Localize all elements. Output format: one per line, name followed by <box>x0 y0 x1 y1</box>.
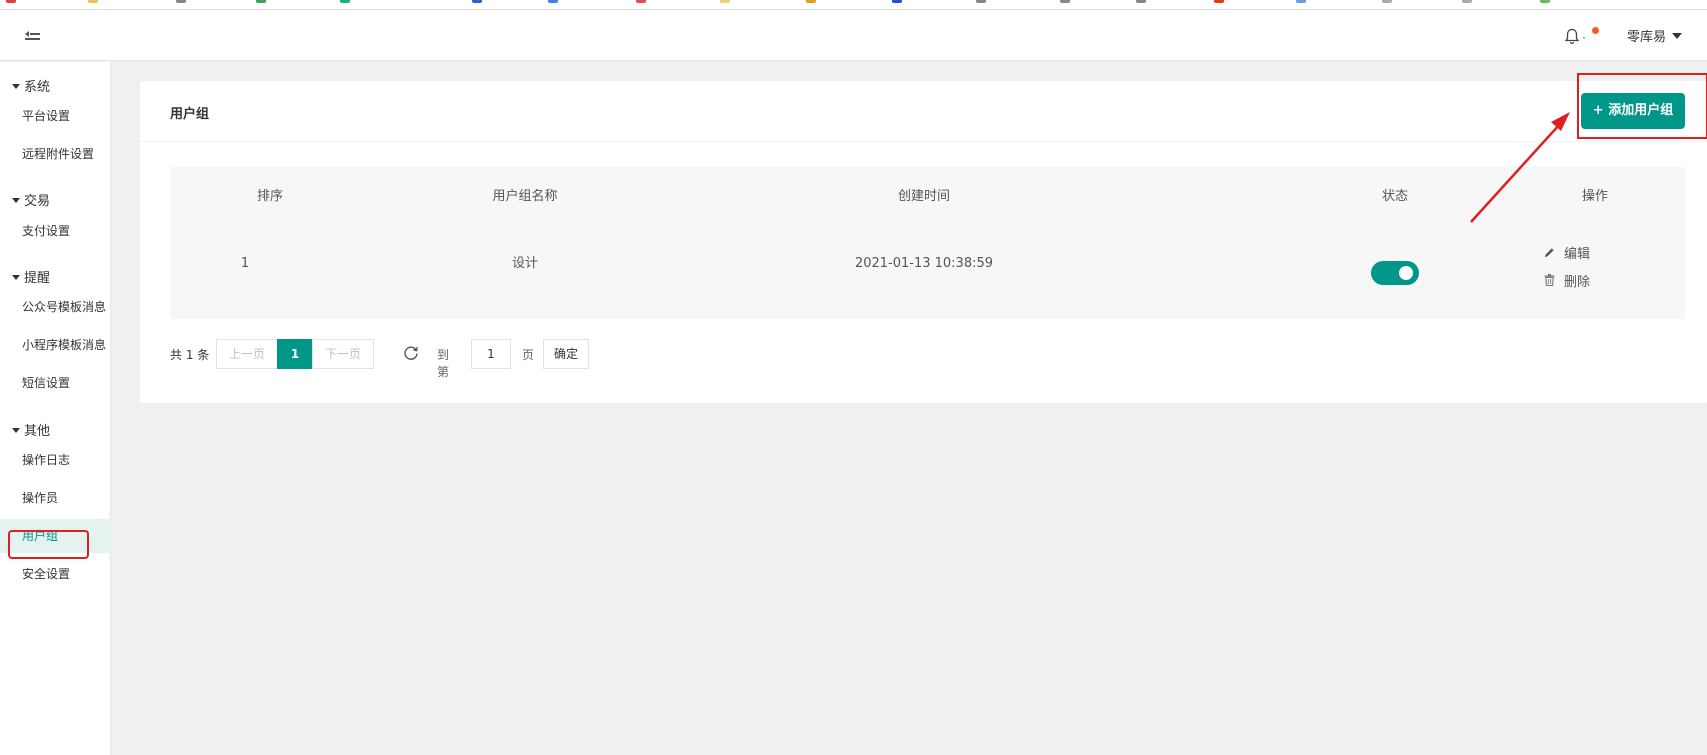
column-header-actions: 操作 <box>1581 189 1608 204</box>
sidebar-item-platform-settings[interactable]: 平台设置 <box>0 99 111 133</box>
sidebar-item-sms-settings[interactable]: 短信设置 <box>0 366 111 400</box>
user-menu[interactable]: 零库易 <box>1627 26 1683 45</box>
caret-down-icon <box>12 428 20 433</box>
chevron-down-icon <box>1672 33 1683 39</box>
toggle-knob <box>1399 266 1413 280</box>
top-header: 零库易 <box>0 10 1707 61</box>
page-title: 用户组 <box>170 107 210 122</box>
goto-label: 到第 <box>437 348 450 379</box>
goto-confirm-button[interactable]: 确定 <box>543 339 589 369</box>
sidebar-item-security-settings[interactable]: 安全设置 <box>0 557 111 591</box>
current-page-button[interactable]: 1 <box>277 339 313 369</box>
sidebar-item-remote-attachment[interactable]: 远程附件设置 <box>0 137 111 171</box>
notification-dot <box>1592 27 1599 34</box>
cell-group-name: 设计 <box>511 256 538 271</box>
sidebar: 系统 平台设置 远程附件设置 交易 支付设置 提醒 公众号模板消息 小程序模板消… <box>0 62 111 755</box>
trash-icon <box>1542 274 1556 290</box>
delete-button[interactable]: 删除 <box>1542 271 1590 290</box>
cell-order: 1 <box>240 256 250 271</box>
annotation-highlight-box <box>1577 73 1707 139</box>
nav-group-other[interactable]: 其他 <box>12 420 50 439</box>
sidebar-item-wechat-template[interactable]: 公众号模板消息 <box>0 290 111 324</box>
nav-group-label: 其他 <box>24 424 51 439</box>
column-header-status[interactable]: 状态 <box>1305 167 1485 226</box>
user-group-card: 用户组 + 添加用户组 排序 用户组名称 创建时间 状态 操作 1 设计 202… <box>140 81 1707 403</box>
menu-collapse-icon[interactable] <box>25 27 41 41</box>
edit-label: 编辑 <box>1564 247 1591 262</box>
nav-group-label: 提醒 <box>24 271 51 286</box>
cell-created-time: 2021-01-13 10:38:59 <box>854 256 994 271</box>
sidebar-item-miniprogram-template[interactable]: 小程序模板消息 <box>0 328 111 362</box>
nav-group-label: 系统 <box>24 80 51 95</box>
column-header-order[interactable]: 排序 <box>190 167 350 226</box>
column-header-name[interactable]: 用户组名称 <box>425 167 625 226</box>
separator-dot <box>1583 37 1585 39</box>
delete-label: 删除 <box>1564 275 1591 290</box>
user-group-table: 排序 用户组名称 创建时间 状态 操作 1 设计 2021-01-13 10:3… <box>170 167 1685 319</box>
goto-page-input[interactable]: 1 <box>471 339 511 369</box>
refresh-icon[interactable] <box>402 344 420 362</box>
nav-group-trade[interactable]: 交易 <box>12 190 50 209</box>
divider <box>140 141 1707 142</box>
column-header-created[interactable]: 创建时间 <box>824 167 1024 226</box>
nav-group-reminder[interactable]: 提醒 <box>12 267 50 286</box>
user-name: 零库易 <box>1627 30 1667 45</box>
status-toggle[interactable] <box>1371 261 1419 285</box>
sidebar-item-operation-log[interactable]: 操作日志 <box>0 443 111 477</box>
total-count: 共 1 条 <box>170 348 210 362</box>
caret-down-icon <box>12 275 20 280</box>
caret-down-icon <box>12 84 20 89</box>
edit-pencil-icon <box>1542 247 1556 262</box>
bell-icon[interactable] <box>1563 27 1581 45</box>
caret-down-icon <box>12 198 20 203</box>
edit-button[interactable]: 编辑 <box>1542 243 1590 262</box>
sidebar-item-operators[interactable]: 操作员 <box>0 481 111 515</box>
next-page-button[interactable]: 下一页 <box>312 339 374 369</box>
prev-page-button[interactable]: 上一页 <box>216 339 278 369</box>
page-unit-label: 页 <box>522 348 535 362</box>
nav-group-system[interactable]: 系统 <box>12 76 50 95</box>
annotation-highlight-box <box>8 530 89 559</box>
browser-bookmarks-strip <box>0 0 1707 10</box>
sidebar-item-payment-settings[interactable]: 支付设置 <box>0 214 111 248</box>
nav-group-label: 交易 <box>24 194 51 209</box>
